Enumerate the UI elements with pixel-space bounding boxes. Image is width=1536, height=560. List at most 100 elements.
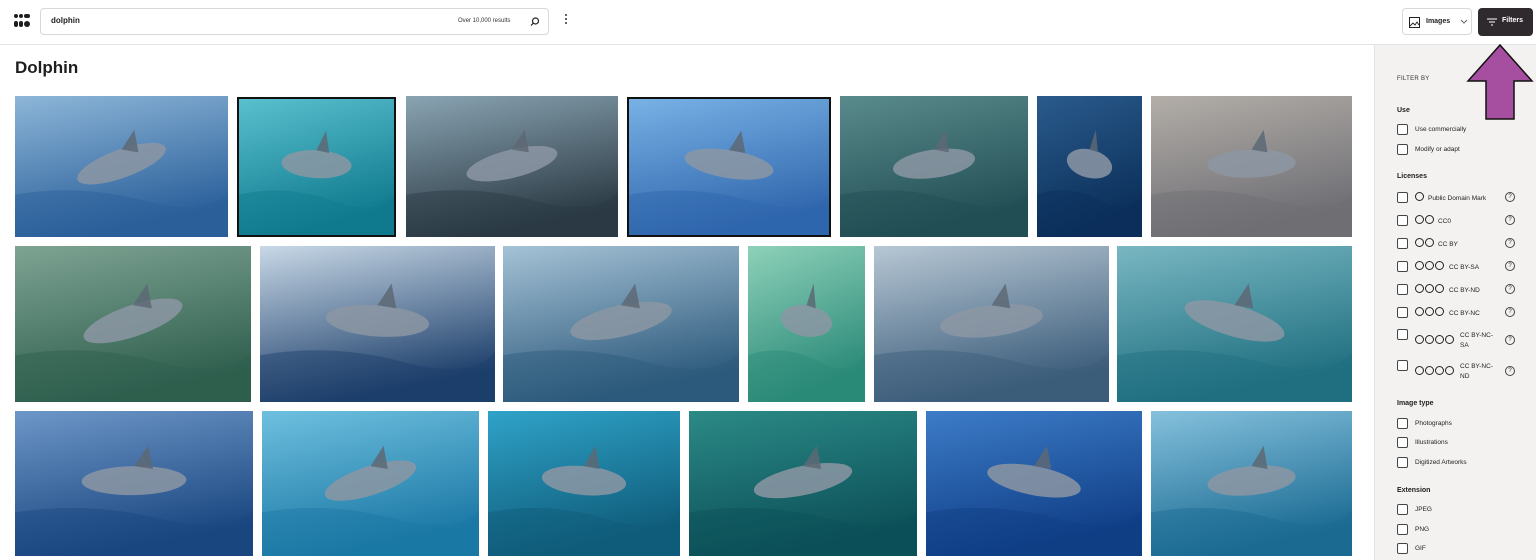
image-result[interactable]: [926, 411, 1142, 556]
filter-cc-by-nc-nd[interactable]: CC BY-NC- ND ?: [1397, 360, 1527, 384]
image-result[interactable]: [262, 411, 479, 556]
cc-by-nc-nd-icons: [1415, 366, 1454, 377]
filter-by-heading: FILTER BY: [1397, 76, 1430, 82]
image-result[interactable]: [627, 97, 831, 237]
cc-by-sa-icons: [1415, 261, 1444, 272]
help-icon[interactable]: ?: [1505, 215, 1515, 225]
image-result[interactable]: [1151, 96, 1352, 237]
chevron-down-icon: [1460, 19, 1468, 24]
filter-cc-by-sa[interactable]: CC BY-SA ?: [1397, 261, 1527, 275]
image-result[interactable]: [488, 411, 680, 556]
dolphin-photo: [15, 246, 251, 402]
filter-cc-by-nd[interactable]: CC BY-ND ?: [1397, 284, 1527, 298]
filter-sidebar: FILTER BY Use Use commercially Modify or…: [1374, 45, 1536, 560]
filter-lines-icon: [1487, 18, 1497, 26]
dolphin-photo: [15, 411, 253, 556]
dolphin-photo: [627, 97, 831, 237]
licenses-section-title: Licenses: [1397, 173, 1427, 180]
annotation-arrow-icon: [1466, 43, 1534, 120]
checkbox[interactable]: [1397, 124, 1408, 135]
license-label: CC BY-NC- SA: [1460, 332, 1493, 349]
help-icon[interactable]: ?: [1505, 238, 1515, 248]
dolphin-photo: [406, 96, 618, 237]
filters-label: Filters: [1502, 17, 1524, 24]
dolphin-photo: [1117, 246, 1352, 402]
content-type-label: Images: [1426, 18, 1451, 25]
cc-by-icons: [1415, 238, 1434, 249]
license-label: CC BY-NC- ND: [1460, 363, 1493, 380]
image-result[interactable]: [503, 246, 739, 402]
dolphin-photo: [1151, 96, 1352, 237]
use-section-title: Use: [1397, 107, 1410, 114]
dolphin-photo: [262, 411, 479, 556]
dolphin-photo: [1037, 96, 1142, 237]
pdm-icon: [1415, 192, 1424, 203]
checkbox[interactable]: [1397, 215, 1408, 226]
filter-use-commercially[interactable]: Use commercially: [1397, 124, 1527, 138]
filter-cc-by[interactable]: CC BY ?: [1397, 238, 1527, 252]
cc-by-nd-icons: [1415, 284, 1444, 295]
dolphin-photo: [748, 246, 865, 402]
image-result[interactable]: [1037, 96, 1142, 237]
image-result[interactable]: [15, 96, 228, 237]
help-icon[interactable]: ?: [1505, 335, 1515, 345]
filter-modify-adapt[interactable]: Modify or adapt: [1397, 144, 1527, 158]
page-title: Dolphin: [15, 58, 79, 77]
filter-cc-by-nc-sa[interactable]: CC BY-NC- SA ?: [1397, 329, 1527, 353]
filter-gif[interactable]: GIF: [1397, 543, 1527, 557]
filter-cc-by-nc[interactable]: CC BY-NC ?: [1397, 307, 1527, 321]
dolphin-photo: [15, 96, 228, 237]
checkbox[interactable]: [1397, 192, 1408, 203]
image-result[interactable]: [1151, 411, 1352, 556]
image-result[interactable]: [15, 411, 253, 556]
image-result[interactable]: [840, 96, 1028, 237]
checkbox[interactable]: [1397, 457, 1408, 468]
checkbox[interactable]: [1397, 543, 1408, 554]
checkbox[interactable]: [1397, 144, 1408, 155]
filter-pdm[interactable]: Public Domain Mark ?: [1397, 192, 1527, 206]
dolphin-photo: [840, 96, 1028, 237]
dolphin-photo: [1151, 411, 1352, 556]
cc-by-nc-sa-icons: [1415, 335, 1454, 346]
cc-by-nc-icons: [1415, 307, 1444, 318]
checkbox[interactable]: [1397, 360, 1408, 371]
checkbox[interactable]: [1397, 504, 1408, 515]
image-result[interactable]: [237, 97, 396, 237]
checkbox[interactable]: [1397, 284, 1408, 295]
cc0-icons: [1415, 215, 1434, 226]
dolphin-photo: [237, 97, 396, 237]
filter-photographs[interactable]: Photographs: [1397, 418, 1527, 432]
help-icon[interactable]: ?: [1505, 284, 1515, 294]
image-result[interactable]: [689, 411, 917, 556]
checkbox[interactable]: [1397, 329, 1408, 340]
dolphin-photo: [488, 411, 680, 556]
image-result[interactable]: [874, 246, 1109, 402]
image-result[interactable]: [748, 246, 865, 402]
filter-illustrations[interactable]: Illustrations: [1397, 437, 1527, 451]
filter-cc0[interactable]: CC0 ?: [1397, 215, 1527, 229]
help-icon[interactable]: ?: [1505, 192, 1515, 202]
image-icon: [1409, 17, 1420, 28]
help-icon[interactable]: ?: [1505, 366, 1515, 376]
checkbox[interactable]: [1397, 261, 1408, 272]
image-result[interactable]: [406, 96, 618, 237]
checkbox[interactable]: [1397, 524, 1408, 535]
image-result[interactable]: [1117, 246, 1352, 402]
checkbox[interactable]: [1397, 437, 1408, 448]
help-icon[interactable]: ?: [1505, 261, 1515, 271]
filter-digitized-artworks[interactable]: Digitized Artworks: [1397, 457, 1527, 471]
content-type-select[interactable]: Images: [1402, 8, 1472, 35]
dolphin-photo: [503, 246, 739, 402]
filter-jpeg[interactable]: JPEG: [1397, 504, 1527, 518]
checkbox[interactable]: [1397, 307, 1408, 318]
filter-png[interactable]: PNG: [1397, 524, 1527, 538]
image-result[interactable]: [260, 246, 495, 402]
help-icon[interactable]: ?: [1505, 307, 1515, 317]
image-result[interactable]: [15, 246, 251, 402]
dolphin-photo: [926, 411, 1142, 556]
checkbox[interactable]: [1397, 418, 1408, 429]
image-type-section-title: Image type: [1397, 400, 1434, 407]
dolphin-photo: [874, 246, 1109, 402]
filters-button[interactable]: Filters: [1478, 8, 1533, 36]
checkbox[interactable]: [1397, 238, 1408, 249]
